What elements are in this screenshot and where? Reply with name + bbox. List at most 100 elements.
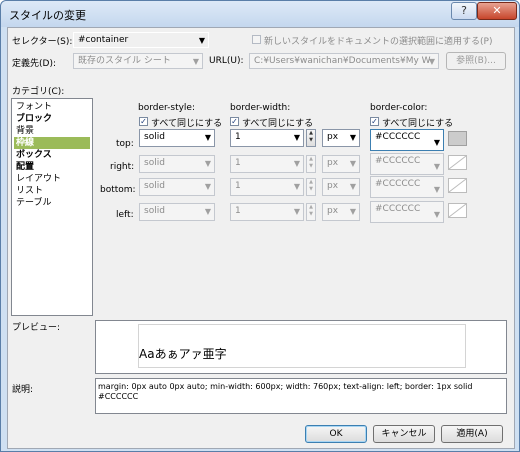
style-same-checkbox[interactable]: ✓ <box>139 117 148 126</box>
url-combo[interactable]: C:¥Users¥wanichan¥Documents¥My W ▼ <box>249 53 439 69</box>
width-same-label: すべて同じにする <box>242 119 314 129</box>
bottom-width-select[interactable]: 1 ▼ <box>230 178 304 196</box>
title-bar[interactable]: スタイルの変更 ? ✕ <box>1 1 519 27</box>
define-in-label: 定義先(D): <box>12 59 56 69</box>
right-width-select[interactable]: 1 ▼ <box>230 155 304 173</box>
top-style-select[interactable]: solid ▼ <box>139 129 215 147</box>
left-width-select[interactable]: 1 ▼ <box>230 203 304 221</box>
category-item-background[interactable]: 背景 <box>14 125 90 137</box>
dialog-window: スタイルの変更 ? ✕ セレクター(S): #container ▼ 新しいスタ… <box>0 0 520 452</box>
chevron-down-icon: ▼ <box>428 57 435 66</box>
color-same-checkbox[interactable]: ✓ <box>370 117 379 126</box>
category-label: カテゴリ(C): <box>12 87 65 97</box>
border-width-header: border-width: <box>230 103 291 113</box>
row-top-label: top: <box>116 139 134 149</box>
left-color-value: #CCCCCC <box>375 204 421 214</box>
top-color-value: #CCCCCC <box>375 132 421 142</box>
bottom-color-input[interactable]: #CCCCCC ▼ <box>370 176 444 198</box>
chevron-down-icon: ▼ <box>349 133 356 142</box>
description-box: margin: 0px auto 0px auto; min-width: 60… <box>95 378 507 414</box>
width-same-checkbox[interactable]: ✓ <box>230 117 239 126</box>
ok-button[interactable]: OK <box>305 425 367 443</box>
top-style-value: solid <box>144 132 165 142</box>
right-style-select[interactable]: solid ▼ <box>139 155 215 173</box>
row-right-label: right: <box>110 162 135 172</box>
chevron-down-icon: ▼ <box>204 182 211 191</box>
chevron-down-icon: ▼ <box>293 207 300 216</box>
row-left-label: left: <box>116 210 134 220</box>
chevron-down-icon: ▼ <box>433 185 440 194</box>
chevron-down-icon: ▼ <box>198 36 205 45</box>
top-color-swatch[interactable] <box>448 131 467 146</box>
preview-sample-frame: Aaあぁアァ亜字 <box>138 324 466 368</box>
style-same-label: すべて同じにする <box>151 119 223 129</box>
chevron-down-icon: ▼ <box>192 57 199 66</box>
right-color-swatch-disabled[interactable] <box>448 155 467 170</box>
chevron-down-icon: ▼ <box>293 182 300 191</box>
bottom-width-value: 1 <box>235 181 241 191</box>
category-item-box[interactable]: ボックス <box>14 149 90 161</box>
top-width-value: 1 <box>235 132 241 142</box>
left-style-value: solid <box>144 206 165 216</box>
right-width-value: 1 <box>235 158 241 168</box>
left-color-input[interactable]: #CCCCCC ▼ <box>370 201 444 223</box>
bottom-color-value: #CCCCCC <box>375 179 421 189</box>
chevron-down-icon: ▼ <box>204 133 211 142</box>
right-unit-value: px <box>327 158 339 168</box>
top-unit-value: px <box>327 132 339 142</box>
apply-selection-checkbox[interactable] <box>252 35 261 44</box>
apply-selection-label: 新しいスタイルをドキュメントの選択範囲に適用する(P) <box>264 37 493 47</box>
bottom-unit-value: px <box>327 181 339 191</box>
right-unit-select[interactable]: px ▼ <box>322 155 360 173</box>
top-unit-select[interactable]: px ▼ <box>322 129 360 147</box>
bottom-style-select[interactable]: solid ▼ <box>139 178 215 196</box>
left-unit-select[interactable]: px ▼ <box>322 203 360 221</box>
top-width-select[interactable]: 1 ▼ <box>230 129 304 147</box>
category-item-border[interactable]: 枠線 <box>14 137 90 149</box>
chevron-down-icon: ▼ <box>433 162 440 171</box>
bottom-style-value: solid <box>144 181 165 191</box>
url-label: URL(U): <box>209 56 244 66</box>
chevron-down-icon: ▼ <box>204 159 211 168</box>
bottom-width-spinner[interactable]: ▲ ▼ <box>306 178 316 196</box>
bottom-color-swatch-disabled[interactable] <box>448 178 467 193</box>
url-value: C:¥Users¥wanichan¥Documents¥My W <box>254 56 431 66</box>
top-color-input[interactable]: #CCCCCC ▼ <box>370 129 444 151</box>
left-style-select[interactable]: solid ▼ <box>139 203 215 221</box>
left-width-value: 1 <box>235 206 241 216</box>
selector-combo[interactable]: #container ▼ <box>73 32 209 48</box>
left-width-spinner[interactable]: ▲ ▼ <box>306 203 316 221</box>
category-item-list[interactable]: リスト <box>14 185 90 197</box>
chevron-down-icon: ▼ <box>293 133 300 142</box>
right-style-value: solid <box>144 158 165 168</box>
top-width-spinner[interactable]: ▲ ▼ <box>306 129 316 147</box>
category-item-layout[interactable]: レイアウト <box>14 173 90 185</box>
category-item-position[interactable]: 配置 <box>14 161 90 173</box>
browse-button[interactable]: 参照(B)... <box>446 52 506 70</box>
border-color-header: border-color: <box>370 103 428 113</box>
chevron-down-icon: ▼ <box>433 138 440 147</box>
chevron-down-icon: ▼ <box>204 207 211 216</box>
description-text: margin: 0px auto 0px auto; min-width: 60… <box>98 382 473 401</box>
category-item-block[interactable]: ブロック <box>14 113 90 125</box>
right-color-input[interactable]: #CCCCCC ▼ <box>370 153 444 175</box>
category-list[interactable]: フォント ブロック 背景 枠線 ボックス 配置 レイアウト リスト テーブル <box>11 98 93 316</box>
define-in-combo[interactable]: 既存のスタイル シート ▼ <box>73 53 203 69</box>
preview-label: プレビュー: <box>12 323 61 333</box>
category-item-table[interactable]: テーブル <box>14 197 90 209</box>
close-button[interactable]: ✕ <box>477 2 517 20</box>
row-bottom-label: bottom: <box>100 185 136 195</box>
cancel-button[interactable]: キャンセル <box>373 425 435 443</box>
define-in-value: 既存のスタイル シート <box>78 56 171 66</box>
color-same-label: すべて同じにする <box>382 119 454 129</box>
help-button[interactable]: ? <box>451 2 477 20</box>
category-item-font[interactable]: フォント <box>14 101 90 113</box>
left-color-swatch-disabled[interactable] <box>448 203 467 218</box>
right-width-spinner[interactable]: ▲ ▼ <box>306 155 316 173</box>
apply-button[interactable]: 適用(A) <box>441 425 503 443</box>
chevron-down-icon: ▼ <box>349 159 356 168</box>
bottom-unit-select[interactable]: px ▼ <box>322 178 360 196</box>
window-title: スタイルの変更 <box>9 9 86 22</box>
border-style-header: border-style: <box>138 103 195 113</box>
left-unit-value: px <box>327 206 339 216</box>
